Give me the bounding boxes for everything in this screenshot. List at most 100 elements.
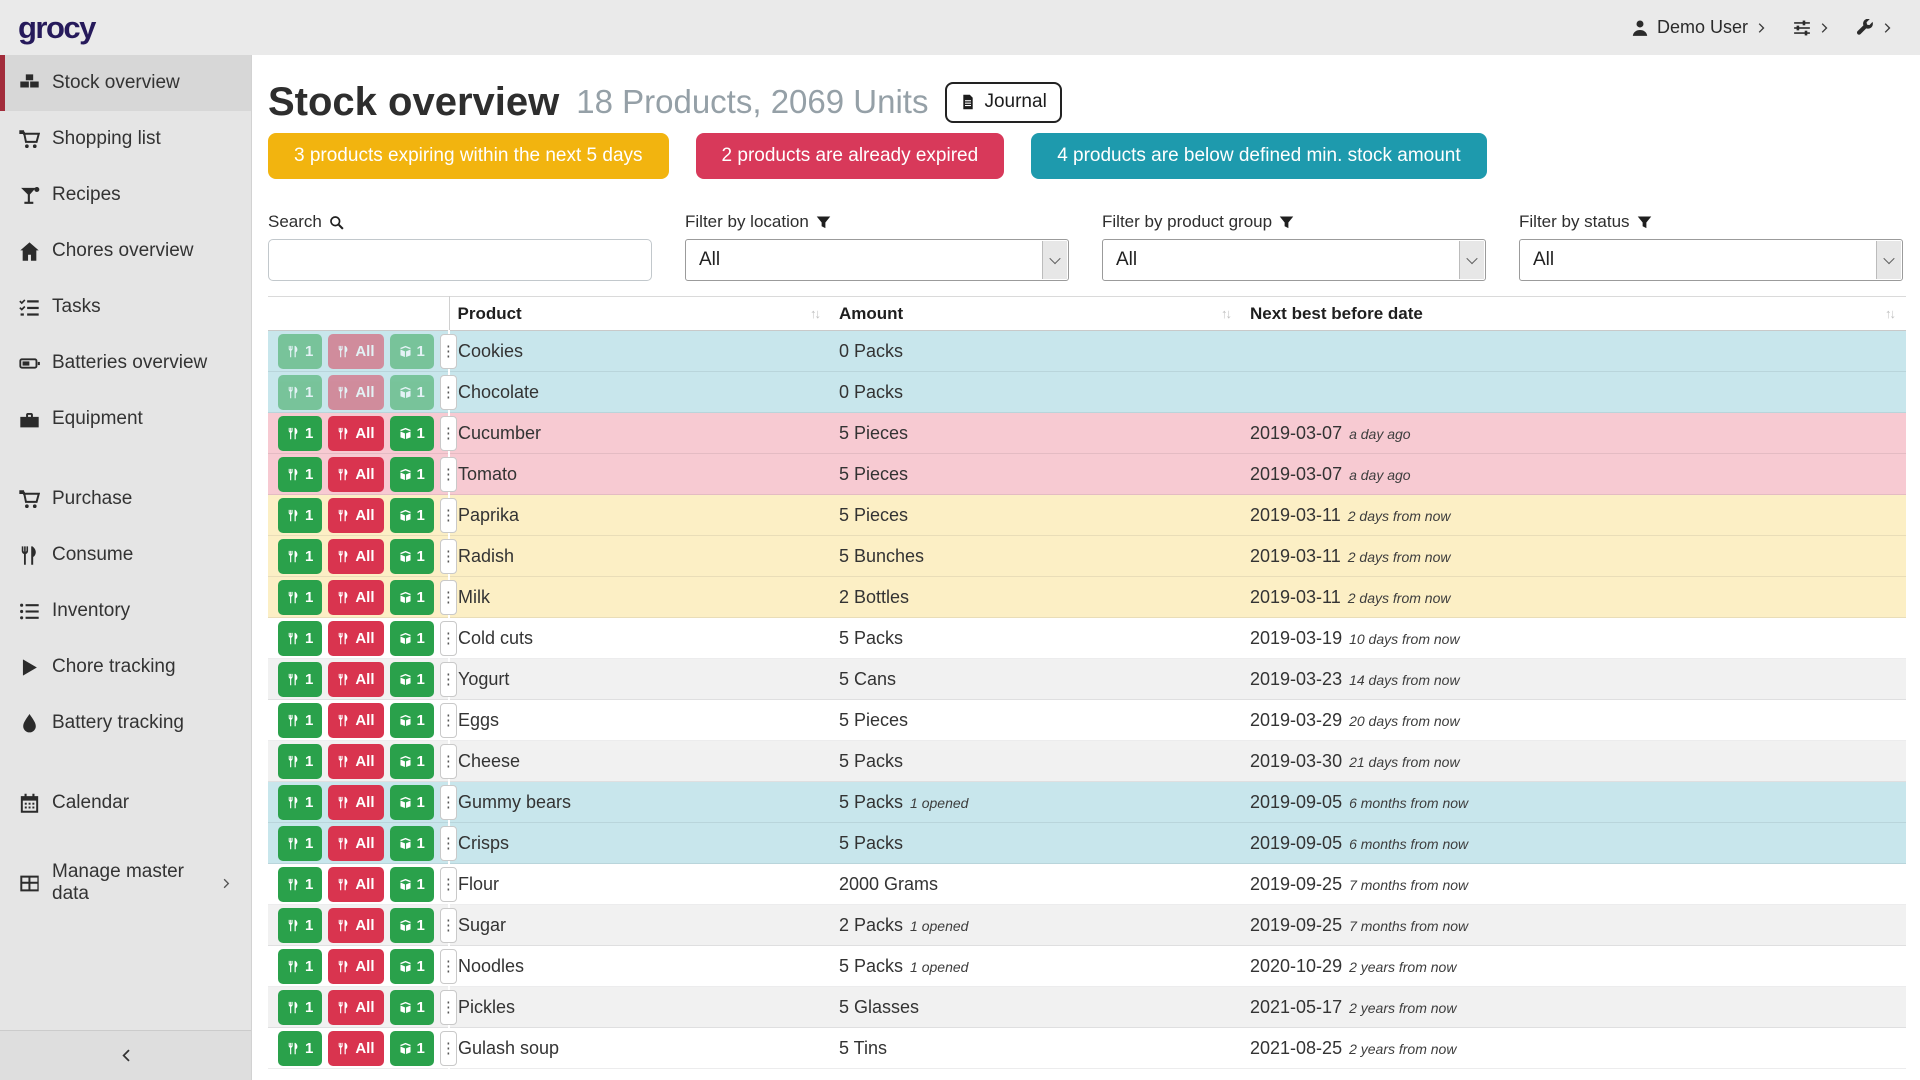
consume-all-button[interactable]: All bbox=[328, 457, 383, 492]
row-menu-button[interactable]: ⋮ bbox=[440, 498, 457, 533]
row-menu-button[interactable]: ⋮ bbox=[440, 785, 457, 820]
consume-one-button[interactable]: 1 bbox=[278, 498, 322, 533]
product-column-header[interactable]: Product ↑↓ bbox=[449, 297, 831, 331]
sidebar-collapse-button[interactable] bbox=[0, 1030, 251, 1080]
user-menu[interactable]: Demo User bbox=[1631, 17, 1768, 38]
consume-all-button[interactable]: All bbox=[328, 949, 383, 984]
consume-one-button[interactable]: 1 bbox=[278, 416, 322, 451]
consume-all-button[interactable]: All bbox=[328, 539, 383, 574]
open-one-button[interactable]: 1 bbox=[390, 744, 434, 779]
open-one-button[interactable]: 1 bbox=[390, 580, 434, 615]
row-menu-button[interactable]: ⋮ bbox=[440, 662, 457, 697]
status-select[interactable]: All bbox=[1519, 239, 1903, 281]
consume-one-button[interactable]: 1 bbox=[278, 949, 322, 984]
consume-all-button[interactable]: All bbox=[328, 785, 383, 820]
consume-all-button[interactable]: All bbox=[328, 867, 383, 902]
row-menu-button[interactable]: ⋮ bbox=[440, 990, 457, 1025]
open-one-button[interactable]: 1 bbox=[390, 785, 434, 820]
consume-all-button[interactable]: All bbox=[328, 1031, 383, 1066]
row-menu-button[interactable]: ⋮ bbox=[440, 1031, 457, 1066]
sidebar-item-manage-master-data[interactable]: Manage master data bbox=[0, 855, 251, 911]
next-best-before-date-column-header[interactable]: Next best before date ↑↓ bbox=[1242, 297, 1906, 331]
sidebar-item-recipes[interactable]: Recipes bbox=[0, 167, 251, 223]
sidebar-item-consume[interactable]: Consume bbox=[0, 527, 251, 583]
open-one-button[interactable]: 1 bbox=[390, 908, 434, 943]
consume-all-button[interactable]: All bbox=[328, 990, 383, 1025]
sidebar-item-tasks[interactable]: Tasks bbox=[0, 279, 251, 335]
row-menu-button[interactable]: ⋮ bbox=[440, 703, 457, 738]
open-one-button[interactable]: 1 bbox=[390, 498, 434, 533]
open-one-button[interactable]: 1 bbox=[390, 539, 434, 574]
open-one-button[interactable]: 1 bbox=[390, 1031, 434, 1066]
open-one-button[interactable]: 1 bbox=[390, 703, 434, 738]
search-input[interactable] bbox=[268, 239, 652, 281]
consume-one-button[interactable]: 1 bbox=[278, 908, 322, 943]
row-menu-button[interactable]: ⋮ bbox=[440, 867, 457, 902]
sidebar-item-calendar[interactable]: Calendar bbox=[0, 775, 251, 831]
open-one-button[interactable]: 1 bbox=[390, 416, 434, 451]
consume-all-button[interactable]: All bbox=[328, 498, 383, 533]
sidebar-item-chore-tracking[interactable]: Chore tracking bbox=[0, 639, 251, 695]
consume-one-button[interactable]: 1 bbox=[278, 703, 322, 738]
consume-one-button[interactable]: 1 bbox=[278, 334, 322, 369]
row-menu-button[interactable]: ⋮ bbox=[440, 334, 457, 369]
consume-one-button[interactable]: 1 bbox=[278, 457, 322, 492]
sort-icon[interactable]: ↑↓ bbox=[1221, 306, 1232, 321]
consume-all-button[interactable]: All bbox=[328, 826, 383, 861]
open-one-button[interactable]: 1 bbox=[390, 867, 434, 902]
consume-all-button[interactable]: All bbox=[328, 662, 383, 697]
sidebar-item-stock-overview[interactable]: Stock overview bbox=[0, 55, 251, 111]
row-menu-button[interactable]: ⋮ bbox=[440, 539, 457, 574]
sidebar-item-chores-overview[interactable]: Chores overview bbox=[0, 223, 251, 279]
row-menu-button[interactable]: ⋮ bbox=[440, 457, 457, 492]
consume-one-button[interactable]: 1 bbox=[278, 1031, 322, 1066]
consume-all-button[interactable]: All bbox=[328, 416, 383, 451]
sidebar-item-purchase[interactable]: Purchase bbox=[0, 471, 251, 527]
status-alert[interactable]: 4 products are below defined min. stock … bbox=[1031, 133, 1486, 179]
sidebar-item-equipment[interactable]: Equipment bbox=[0, 391, 251, 447]
row-menu-button[interactable]: ⋮ bbox=[440, 375, 457, 410]
consume-one-button[interactable]: 1 bbox=[278, 539, 322, 574]
sidebar-item-battery-tracking[interactable]: Battery tracking bbox=[0, 695, 251, 751]
sidebar-item-shopping-list[interactable]: Shopping list bbox=[0, 111, 251, 167]
consume-one-button[interactable]: 1 bbox=[278, 744, 322, 779]
consume-all-button[interactable]: All bbox=[328, 908, 383, 943]
consume-one-button[interactable]: 1 bbox=[278, 867, 322, 902]
location-select[interactable]: All bbox=[685, 239, 1069, 281]
row-menu-button[interactable]: ⋮ bbox=[440, 949, 457, 984]
row-menu-button[interactable]: ⋮ bbox=[440, 908, 457, 943]
consume-all-button[interactable]: All bbox=[328, 744, 383, 779]
consume-one-button[interactable]: 1 bbox=[278, 826, 322, 861]
open-one-button[interactable]: 1 bbox=[390, 662, 434, 697]
consume-all-button[interactable]: All bbox=[328, 580, 383, 615]
status-alert[interactable]: 3 products expiring within the next 5 da… bbox=[268, 133, 669, 179]
sort-icon[interactable]: ↑↓ bbox=[1885, 306, 1896, 321]
consume-one-button[interactable]: 1 bbox=[278, 662, 322, 697]
consume-one-button[interactable]: 1 bbox=[278, 990, 322, 1025]
open-one-button[interactable]: 1 bbox=[390, 826, 434, 861]
consume-one-button[interactable]: 1 bbox=[278, 375, 322, 410]
admin-menu[interactable] bbox=[1856, 19, 1894, 37]
sidebar-item-batteries-overview[interactable]: Batteries overview bbox=[0, 335, 251, 391]
row-menu-button[interactable]: ⋮ bbox=[440, 580, 457, 615]
settings-menu[interactable] bbox=[1793, 19, 1831, 37]
open-one-button[interactable]: 1 bbox=[390, 990, 434, 1025]
open-one-button[interactable]: 1 bbox=[390, 375, 434, 410]
product-group-select[interactable]: All bbox=[1102, 239, 1486, 281]
row-menu-button[interactable]: ⋮ bbox=[440, 416, 457, 451]
consume-all-button[interactable]: All bbox=[328, 334, 383, 369]
row-menu-button[interactable]: ⋮ bbox=[440, 621, 457, 656]
sort-icon[interactable]: ↑↓ bbox=[810, 306, 821, 321]
open-one-button[interactable]: 1 bbox=[390, 949, 434, 984]
consume-one-button[interactable]: 1 bbox=[278, 785, 322, 820]
row-menu-button[interactable]: ⋮ bbox=[440, 744, 457, 779]
amount-column-header[interactable]: Amount ↑↓ bbox=[831, 297, 1242, 331]
open-one-button[interactable]: 1 bbox=[390, 334, 434, 369]
status-alert[interactable]: 2 products are already expired bbox=[696, 133, 1005, 179]
open-one-button[interactable]: 1 bbox=[390, 457, 434, 492]
consume-one-button[interactable]: 1 bbox=[278, 580, 322, 615]
sidebar-item-inventory[interactable]: Inventory bbox=[0, 583, 251, 639]
consume-all-button[interactable]: All bbox=[328, 703, 383, 738]
consume-one-button[interactable]: 1 bbox=[278, 621, 322, 656]
consume-all-button[interactable]: All bbox=[328, 375, 383, 410]
